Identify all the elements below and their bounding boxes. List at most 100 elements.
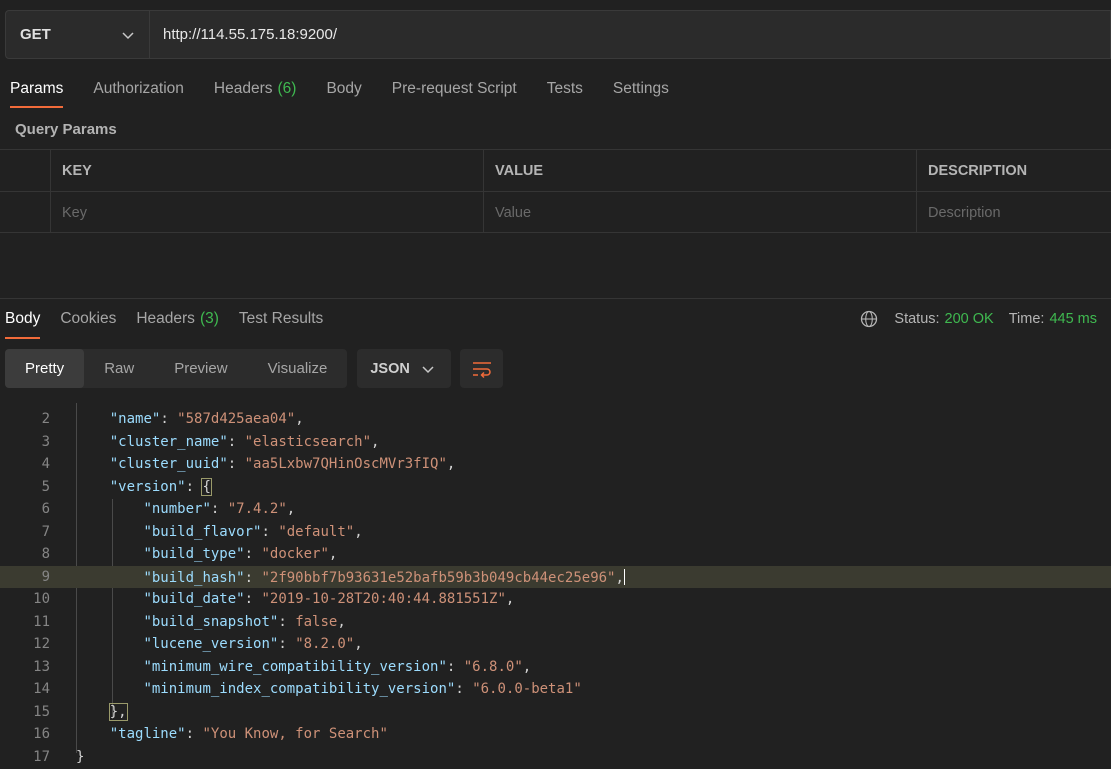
- line-number: 3: [41, 433, 50, 450]
- punct: ,: [615, 569, 624, 586]
- tab-headers[interactable]: Headers (6): [214, 78, 297, 108]
- column-header-description: DESCRIPTION: [916, 150, 1111, 191]
- punct: ,: [505, 591, 515, 607]
- tab-response-headers[interactable]: Headers (3): [136, 309, 219, 339]
- code-line: 17}: [0, 746, 1111, 769]
- view-preview-button[interactable]: Preview: [154, 349, 247, 388]
- table-row: Key Value Description: [0, 192, 1111, 234]
- tab-authorization[interactable]: Authorization: [93, 78, 183, 108]
- line-number: 17: [33, 748, 50, 765]
- time-label: Time:: [1008, 311, 1045, 327]
- key-text: build_type: [151, 546, 237, 562]
- tab-label: Test Results: [238, 310, 324, 327]
- json-value: "aa5Lxbw7QHinOscMVr3fIQ": [244, 456, 447, 472]
- code-content: "lucene_version": "8.2.0",: [143, 636, 363, 652]
- description-input[interactable]: Description: [916, 192, 1111, 233]
- code-line: 5 "version": {: [0, 476, 1111, 499]
- checkbox-column: [0, 150, 50, 191]
- code-content: "build_hash": "2f90bbf7b93631e52bafb59b3…: [143, 568, 625, 586]
- json-brace: {: [201, 477, 212, 496]
- tab-body[interactable]: Body: [326, 78, 361, 108]
- json-key: "version": [109, 478, 186, 495]
- response-view-toolbar: Pretty Raw Preview Visualize JSON: [5, 349, 504, 388]
- response-body-editor[interactable]: 1 2 "name": "587d425aea04", 3 "cluster_n…: [0, 403, 1111, 769]
- json-key: "build_flavor": [143, 523, 262, 540]
- code-line: 11 "build_snapshot": false,: [0, 611, 1111, 634]
- key-text: build_hash: [151, 569, 237, 586]
- value-input[interactable]: Value: [483, 192, 916, 233]
- globe-icon[interactable]: [860, 310, 878, 328]
- json-value: "6.0.0-beta1": [472, 681, 582, 697]
- code-content: },: [76, 702, 128, 721]
- json-key: "name": [109, 411, 161, 427]
- time-value[interactable]: 445 ms: [1049, 311, 1097, 327]
- code-line: 12 "lucene_version": "8.2.0",: [0, 633, 1111, 656]
- line-number: 11: [33, 613, 50, 630]
- code-line-highlighted: 9 "build_hash": "2f90bbf7b93631e52bafb59…: [0, 565, 1111, 588]
- key-text: cluster_uuid: [118, 456, 220, 472]
- json-key: "cluster_name": [109, 433, 228, 450]
- column-header-value: VALUE: [483, 150, 916, 191]
- line-number: 5: [41, 478, 50, 495]
- tab-response-body[interactable]: Body: [5, 309, 41, 339]
- code-line: 15 },: [0, 701, 1111, 724]
- view-visualize-button[interactable]: Visualize: [248, 349, 348, 388]
- json-value: false: [295, 613, 338, 630]
- status-value[interactable]: 200 OK: [945, 311, 994, 327]
- key-text: lucene_version: [151, 636, 270, 652]
- code-line: 7 "build_flavor": "default",: [0, 521, 1111, 544]
- punct: ,: [522, 658, 532, 675]
- code-content: "cluster_uuid": "aa5Lxbw7QHinOscMVr3fIQ"…: [109, 456, 456, 472]
- key-text: tagline: [118, 726, 178, 742]
- format-label: JSON: [370, 360, 410, 377]
- json-key: "minimum_index_compatibility_version": [143, 681, 456, 697]
- json-key: "build_type": [143, 546, 245, 562]
- tab-settings[interactable]: Settings: [613, 78, 669, 108]
- punct: ,: [286, 501, 296, 517]
- punct: ,: [328, 546, 338, 562]
- method-select[interactable]: GET: [5, 10, 150, 59]
- key-text: build_date: [151, 591, 237, 607]
- tab-cookies[interactable]: Cookies: [60, 309, 116, 339]
- tab-label: Cookies: [60, 310, 117, 327]
- tab-label: Pre-request Script: [391, 80, 517, 97]
- view-raw-button[interactable]: Raw: [84, 349, 154, 388]
- status-label: Status:: [894, 311, 940, 327]
- tab-label: Params: [10, 80, 64, 97]
- punct: ,: [354, 636, 363, 652]
- code-line: 14 "minimum_index_compatibility_version"…: [0, 678, 1111, 701]
- json-value: "7.4.2": [227, 501, 287, 517]
- json-value: "2019-10-28T20:40:44.881551Z": [261, 591, 506, 607]
- line-number: 12: [33, 636, 50, 652]
- code-line: 6 "number": "7.4.2",: [0, 498, 1111, 521]
- wrap-lines-button[interactable]: [460, 349, 504, 388]
- tab-label: Tests: [546, 80, 583, 97]
- code-content: "build_flavor": "default",: [143, 523, 363, 540]
- key-text: build_snapshot: [151, 613, 270, 630]
- line-number: 13: [33, 658, 50, 675]
- view-pretty-button[interactable]: Pretty: [5, 349, 85, 388]
- json-key: "lucene_version": [143, 636, 279, 652]
- response-tabs: Body Cookies Headers (3) Test Results: [5, 309, 343, 341]
- query-params-title: Query Params: [15, 121, 117, 138]
- tab-pre-request-script[interactable]: Pre-request Script: [392, 78, 517, 108]
- json-value: "587d425aea04": [177, 411, 296, 427]
- tab-params[interactable]: Params: [10, 78, 64, 108]
- pane-divider[interactable]: [0, 298, 1111, 299]
- punct: ,: [446, 456, 456, 472]
- key-text: minimum_wire_compatibility_version: [151, 658, 439, 675]
- code-line: 8 "build_type": "docker",: [0, 543, 1111, 566]
- row-checkbox-cell: [0, 192, 50, 233]
- line-number-1: 1: [0, 403, 50, 404]
- tab-tests[interactable]: Tests: [547, 78, 583, 108]
- tab-test-results[interactable]: Test Results: [239, 309, 323, 339]
- key-input[interactable]: Key: [50, 192, 483, 233]
- json-value: "You Know, for Search": [202, 726, 388, 742]
- key-text: minimum_index_compatibility_version: [151, 681, 447, 697]
- tab-label: Authorization: [93, 80, 184, 97]
- request-bar: GET http://114.55.175.18:9200/: [5, 10, 1111, 59]
- format-select[interactable]: JSON: [357, 349, 452, 388]
- url-input[interactable]: http://114.55.175.18:9200/: [150, 10, 1111, 59]
- json-key: "tagline": [109, 726, 186, 742]
- query-params-table: KEY VALUE DESCRIPTION Key Value Descript…: [0, 149, 1111, 233]
